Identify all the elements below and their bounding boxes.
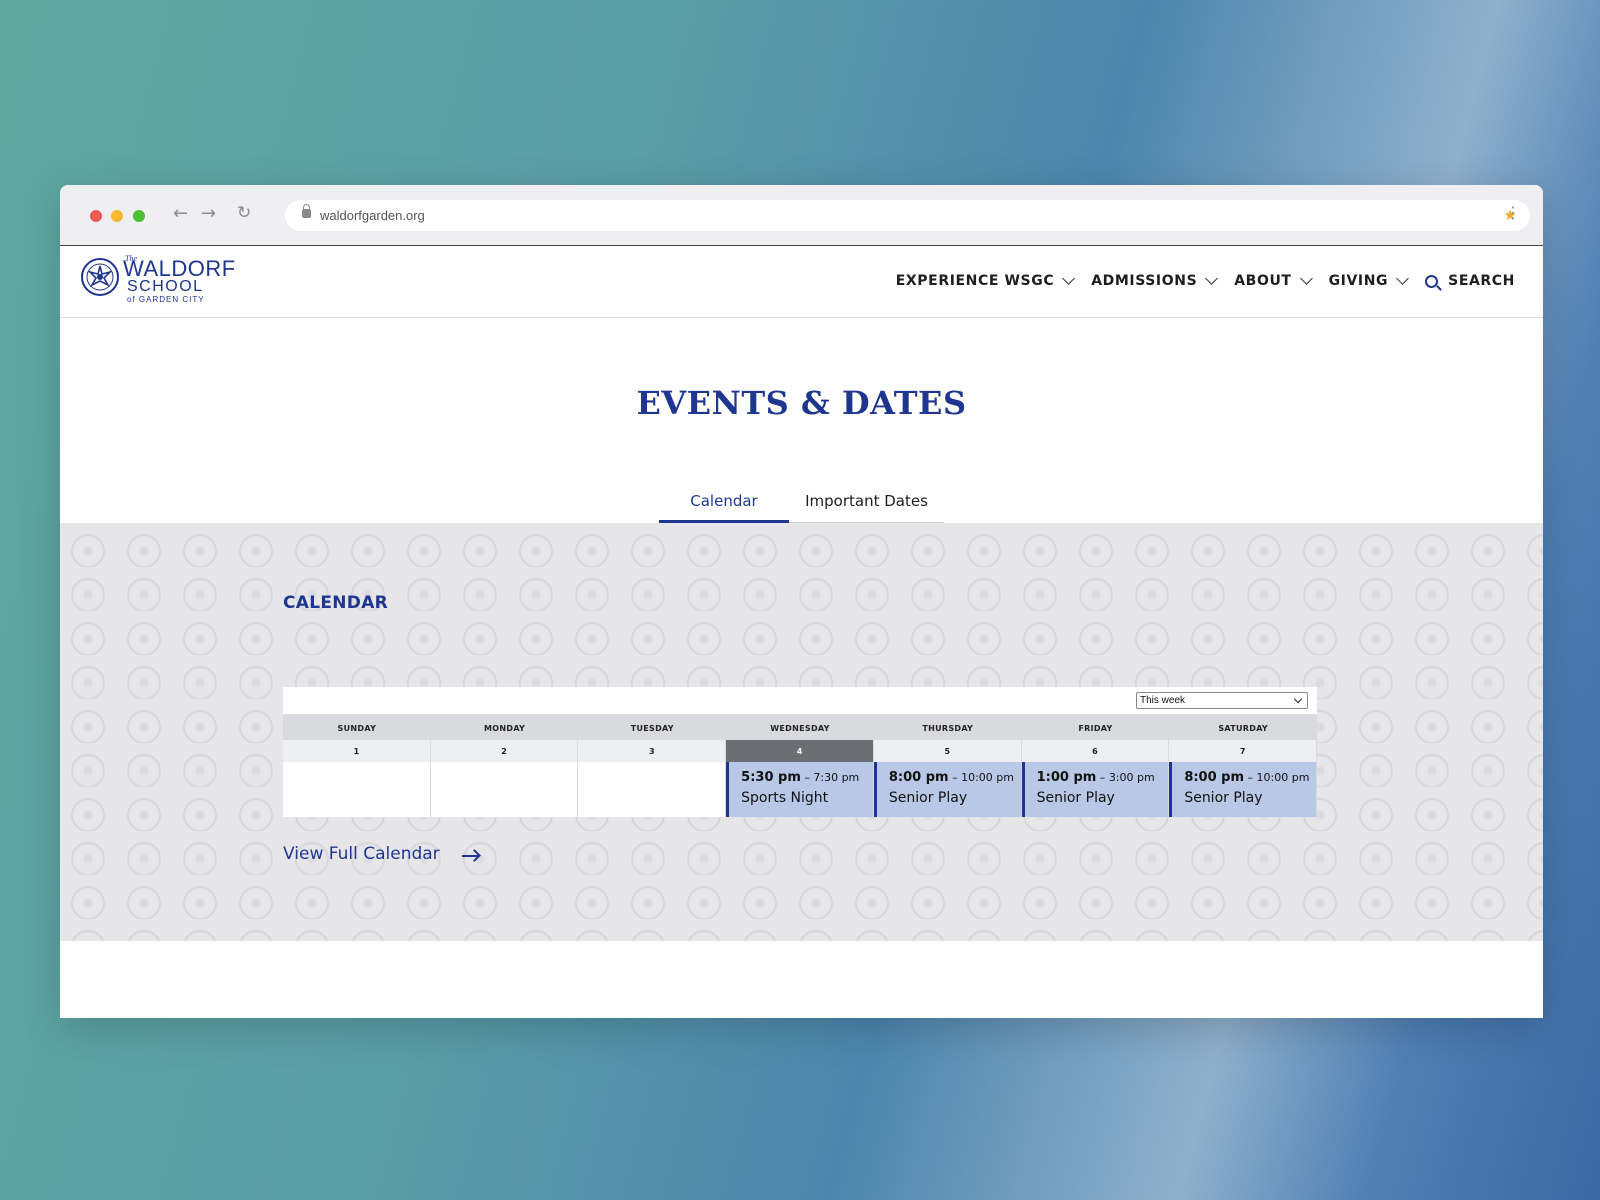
- date-number-row: 1 2 3 4 5 6 7: [283, 740, 1318, 762]
- event-time: 1:00 pm – 3:00 pm: [1036, 770, 1155, 785]
- logo-waldorf: WALDORF: [123, 256, 236, 281]
- day-cell: 8:00 pm – 10:00 pm Senior Play: [1169, 762, 1318, 817]
- tab-calendar[interactable]: Calendar: [659, 486, 789, 523]
- search-button[interactable]: SEARCH: [1425, 273, 1515, 289]
- search-label: SEARCH: [1448, 273, 1515, 289]
- close-window-button[interactable]: [90, 210, 102, 222]
- main-nav: EXPERIENCE WSGC ADMISSIONS ABOUT GIVING …: [878, 272, 1515, 289]
- range-select-value: This week: [1140, 695, 1186, 706]
- view-full-calendar-link[interactable]: View Full Calendar: [283, 844, 478, 864]
- page-title: EVENTS & DATES: [636, 384, 967, 422]
- maximize-window-button[interactable]: [133, 210, 145, 222]
- event-time: 5:30 pm – 7:30 pm: [741, 770, 860, 785]
- address-bar[interactable]: waldorfgarden.org ★: [285, 200, 1530, 231]
- nav-about[interactable]: ABOUT: [1234, 272, 1313, 289]
- browser-menu-icon[interactable]: ⋮: [1505, 203, 1521, 222]
- search-icon: [1425, 274, 1439, 288]
- chevron-down-icon: [1396, 272, 1410, 285]
- event-sports-night[interactable]: 5:30 pm – 7:30 pm Sports Night: [726, 762, 873, 817]
- view-full-calendar-label: View Full Calendar: [283, 844, 440, 864]
- browser-toolbar: ← → ↻ waldorfgarden.org ★ ⋮: [60, 185, 1543, 246]
- event-senior-play[interactable]: 8:00 pm – 10:00 pm Senior Play: [1169, 762, 1317, 817]
- tab-bar: Calendar Important Dates: [659, 486, 944, 523]
- back-arrow-icon[interactable]: ←: [173, 203, 188, 224]
- calendar-section: CALENDAR This week SUNDAY MONDAY TUESDAY…: [60, 523, 1543, 941]
- day-cell: 1:00 pm – 3:00 pm Senior Play: [1021, 762, 1170, 817]
- weekday-header: SUNDAY: [337, 724, 377, 733]
- minimize-window-button[interactable]: [111, 210, 123, 222]
- event-start: 1:00 pm: [1036, 770, 1097, 785]
- weekday-header: MONDAY: [484, 724, 526, 733]
- event-start: 8:00 pm: [888, 770, 949, 785]
- event-senior-play[interactable]: 8:00 pm – 10:00 pm Senior Play: [873, 762, 1021, 817]
- weekday-header: FRIDAY: [1078, 724, 1113, 733]
- nav-item-label: GIVING: [1328, 273, 1389, 289]
- date-number[interactable]: 2: [430, 740, 579, 762]
- event-end: 7:30 pm: [813, 771, 860, 784]
- logo-school: SCHOOL: [127, 278, 204, 295]
- event-senior-play[interactable]: 1:00 pm – 3:00 pm Senior Play: [1021, 762, 1169, 817]
- logo-emblem-icon: [81, 258, 119, 296]
- day-cell: [283, 762, 431, 817]
- weekday-header: SATURDAY: [1218, 724, 1269, 733]
- logo-garden-city: of GARDEN CITY: [127, 295, 205, 304]
- weekday-header-row: SUNDAY MONDAY TUESDAY WEDNESDAY THURSDAY…: [283, 714, 1317, 740]
- reload-icon[interactable]: ↻: [237, 203, 251, 223]
- page-footer-space: [60, 941, 1543, 1001]
- event-title: Senior Play: [888, 790, 968, 806]
- event-title: Senior Play: [1036, 790, 1115, 806]
- date-number[interactable]: 5: [873, 740, 1022, 762]
- date-number[interactable]: 3: [578, 740, 727, 762]
- day-cell: [430, 762, 579, 817]
- forward-arrow-icon[interactable]: →: [201, 203, 216, 224]
- chevron-down-icon: [1299, 272, 1313, 285]
- event-start: 5:30 pm: [741, 770, 801, 785]
- chevron-down-icon: [1062, 272, 1076, 285]
- nav-experience-wsgc[interactable]: EXPERIENCE WSGC: [895, 272, 1076, 289]
- day-cell: [578, 762, 727, 817]
- nav-item-label: EXPERIENCE WSGC: [895, 273, 1055, 289]
- weekday-header: TUESDAY: [630, 724, 674, 733]
- nav-item-label: ADMISSIONS: [1091, 273, 1198, 289]
- event-end: 3:00 pm: [1108, 771, 1155, 784]
- section-title: CALENDAR: [283, 593, 389, 613]
- event-title: Senior Play: [1184, 790, 1263, 806]
- school-logo[interactable]: The WALDORF SCHOOL of GARDEN CITY: [80, 254, 240, 308]
- event-time: 8:00 pm – 10:00 pm: [1184, 770, 1310, 785]
- day-cell: 5:30 pm – 7:30 pm Sports Night: [726, 762, 874, 817]
- weekday-header: THURSDAY: [922, 724, 974, 733]
- date-number[interactable]: 7: [1169, 740, 1318, 762]
- url-text[interactable]: waldorfgarden.org: [320, 208, 425, 223]
- page-hero: EVENTS & DATES Calendar Important Dates: [60, 318, 1543, 523]
- chevron-down-icon: [1293, 694, 1303, 704]
- nav-item-label: ABOUT: [1234, 273, 1292, 289]
- browser-window: ← → ↻ waldorfgarden.org ★ ⋮ The WALDORF …: [60, 185, 1543, 1018]
- tab-important-dates[interactable]: Important Dates: [789, 486, 944, 523]
- date-number[interactable]: 1: [283, 740, 431, 762]
- event-time: 8:00 pm – 10:00 pm: [888, 770, 1014, 785]
- weekday-header: WEDNESDAY: [770, 724, 830, 733]
- day-cell: 8:00 pm – 10:00 pm Senior Play: [873, 762, 1022, 817]
- event-start: 8:00 pm: [1184, 770, 1245, 785]
- range-select[interactable]: This week: [1136, 692, 1308, 709]
- event-end: 10:00 pm: [1256, 771, 1310, 784]
- nav-giving[interactable]: GIVING: [1328, 272, 1410, 289]
- chevron-down-icon: [1205, 272, 1219, 285]
- events-row: 5:30 pm – 7:30 pm Sports Night 8:00 pm –…: [283, 762, 1318, 817]
- event-title: Sports Night: [741, 790, 829, 806]
- date-number[interactable]: 6: [1021, 740, 1170, 762]
- lock-icon: [302, 204, 311, 218]
- event-end: 10:00 pm: [961, 771, 1014, 784]
- nav-admissions[interactable]: ADMISSIONS: [1091, 272, 1219, 289]
- calendar-toolbar: This week: [283, 687, 1317, 714]
- date-number-today[interactable]: 4: [726, 740, 874, 762]
- arrow-right-icon: [461, 855, 478, 857]
- week-calendar: This week SUNDAY MONDAY TUESDAY WEDNESDA…: [283, 687, 1318, 817]
- site-header: The WALDORF SCHOOL of GARDEN CITY EXPERI…: [60, 246, 1543, 318]
